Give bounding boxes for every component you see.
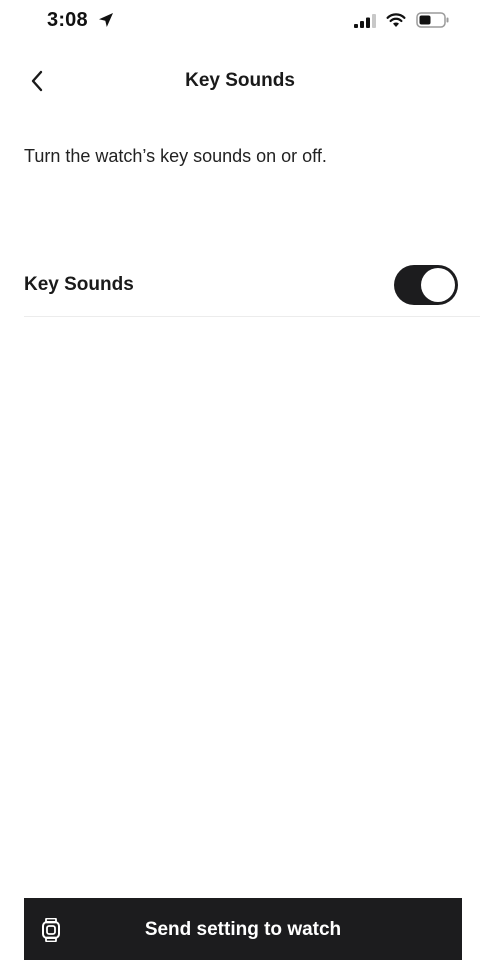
wifi-icon xyxy=(386,13,406,27)
send-setting-label: Send setting to watch xyxy=(144,919,342,940)
key-sounds-screen: 3:08 Key Sounds Turn the watch’s key sou… xyxy=(0,0,480,960)
key-sounds-toggle[interactable] xyxy=(394,265,458,305)
send-setting-button[interactable]: Send setting to watch xyxy=(24,898,462,960)
status-time: 3:08 xyxy=(47,9,88,31)
status-bar: 3:08 xyxy=(0,0,480,44)
key-sounds-label: Key Sounds xyxy=(24,274,134,295)
battery-icon xyxy=(416,12,449,28)
navigation-bar: Key Sounds xyxy=(0,56,480,106)
setting-description: Turn the watch’s key sounds on or off. xyxy=(24,146,327,166)
location-arrow-icon xyxy=(99,13,113,27)
toggle-knob xyxy=(421,268,455,302)
page-title: Key Sounds xyxy=(185,70,295,91)
key-sounds-row: Key Sounds xyxy=(24,254,480,317)
cellular-signal-icon xyxy=(354,14,376,28)
